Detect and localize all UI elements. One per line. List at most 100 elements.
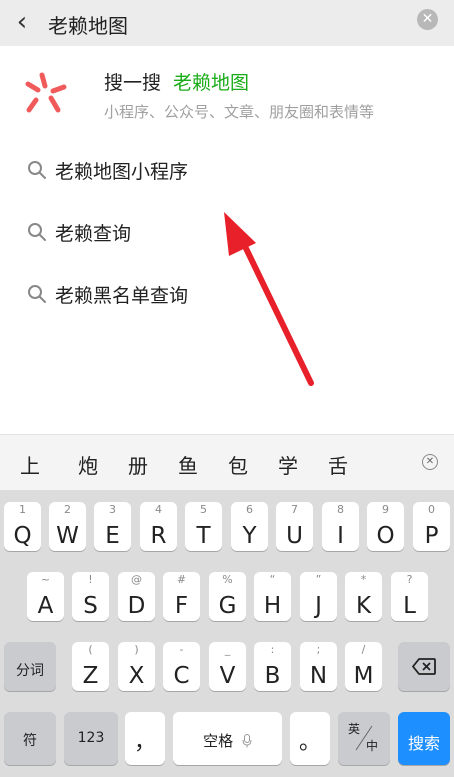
key-y[interactable]: 6Y <box>231 502 268 551</box>
suggestion-item[interactable]: 老赖查询 <box>0 212 454 252</box>
key-j[interactable]: ” J <box>300 572 337 621</box>
key-k[interactable]: * K <box>345 572 382 621</box>
suggestion-item[interactable]: 老赖地图小程序 <box>0 150 454 190</box>
search-input[interactable]: 老赖地图 <box>48 10 128 39</box>
key-hint: “ <box>269 573 276 586</box>
key-hint: 6 <box>246 503 253 516</box>
key-hint: ! <box>88 573 93 586</box>
key-hint: ; <box>316 643 321 656</box>
candidate-word[interactable]: 炮 <box>78 450 98 479</box>
key-m[interactable]: / M <box>345 642 382 691</box>
key-a[interactable]: ~ A <box>27 572 64 621</box>
candidate-word[interactable]: 鱼 <box>178 450 198 479</box>
number-key[interactable]: 123 <box>64 712 118 765</box>
candidate-word[interactable]: 包 <box>228 450 248 479</box>
candidate-bar: 上 炮 册 鱼 包 学 舌 ✕ <box>0 434 454 491</box>
clear-search-icon[interactable]: ✕ <box>417 9 438 30</box>
symbol-key[interactable]: 符 <box>4 712 56 765</box>
souyisou-title: 搜一搜 老赖地图 <box>104 68 249 95</box>
key-d[interactable]: @ D <box>118 572 155 621</box>
key-label: F <box>174 593 189 619</box>
key-label: O <box>376 523 395 549</box>
suggestion-item[interactable]: 老赖黑名单查询 <box>0 274 454 314</box>
back-arrow-icon[interactable]: ‹ <box>10 8 34 36</box>
key-label: ， <box>133 730 156 755</box>
key-label: C <box>173 663 190 689</box>
key-label: P <box>424 523 439 549</box>
key-w[interactable]: 2W <box>49 502 86 551</box>
key-hint: 1 <box>19 503 26 516</box>
key-label: M <box>353 663 374 689</box>
key-hint: # <box>176 573 187 586</box>
key-label: H <box>263 593 282 619</box>
keyboard: 1Q 2W 3E 4R 5T 6Y 7U 8I 9O 0P ~ A ! S @ D #… <box>0 490 454 777</box>
key-label: 分词 <box>16 663 44 679</box>
period-key[interactable]: 。 <box>290 712 330 765</box>
key-label: J <box>315 593 322 619</box>
close-candidates-icon[interactable]: ✕ <box>422 454 438 470</box>
key-h[interactable]: “H <box>254 572 291 621</box>
key-label: S <box>83 593 98 619</box>
key-f[interactable]: # F <box>163 572 200 621</box>
key-v[interactable]: _ V <box>209 642 246 691</box>
key-label: Y <box>242 523 257 549</box>
key-hint: 5 <box>200 503 207 516</box>
key-q[interactable]: 1Q <box>4 502 41 551</box>
key-e[interactable]: 3E <box>94 502 131 551</box>
souyisou-entry[interactable]: 搜一搜 老赖地图 小程序、公众号、文章、朋友圈和表情等 <box>0 46 454 136</box>
key-label: 空格 <box>203 732 234 750</box>
key-o[interactable]: 9O <box>367 502 404 551</box>
key-hint: 2 <box>64 503 71 516</box>
key-c[interactable]: -C <box>163 642 200 691</box>
search-key[interactable]: 搜索 <box>398 712 450 765</box>
key-hint: _ <box>224 643 231 656</box>
key-u[interactable]: 7U <box>276 502 313 551</box>
key-x[interactable]: ) X <box>118 642 155 691</box>
candidate-word[interactable]: 册 <box>128 450 148 479</box>
key-label: 符 <box>23 733 37 749</box>
key-hint: % <box>222 573 233 586</box>
search-icon <box>28 285 46 303</box>
key-z[interactable]: (Z <box>72 642 109 691</box>
key-hint: 4 <box>155 503 162 516</box>
key-label: N <box>309 663 328 689</box>
key-r[interactable]: 4R <box>140 502 177 551</box>
key-label: V <box>219 663 236 689</box>
key-label: A <box>37 593 54 619</box>
suggestion-text: 老赖黑名单查询 <box>55 285 189 307</box>
key-label: R <box>150 523 167 549</box>
key-hint: 7 <box>291 503 298 516</box>
key-hint: / <box>361 643 366 656</box>
key-t[interactable]: 5T <box>185 502 222 551</box>
comma-key[interactable]: ， <box>125 712 165 765</box>
key-hint: ) <box>134 643 139 656</box>
key-hint: ~ <box>40 573 51 586</box>
key-hint: ? <box>406 573 413 586</box>
key-l[interactable]: ? L <box>391 572 428 621</box>
key-label: 。 <box>298 730 321 755</box>
language-switch-key[interactable]: 英 中 <box>338 712 390 765</box>
souyisou-subtitle: 小程序、公众号、文章、朋友圈和表情等 <box>104 103 375 121</box>
backspace-key[interactable] <box>398 642 450 691</box>
space-key[interactable]: 空格 <box>173 712 282 765</box>
candidate-word[interactable]: 上 <box>20 450 40 479</box>
key-p[interactable]: 0P <box>413 502 450 551</box>
segment-key[interactable]: 分词 <box>4 642 56 691</box>
key-label: L <box>403 593 416 619</box>
souyisou-query: 老赖地图 <box>173 72 250 94</box>
candidate-word[interactable]: 学 <box>278 450 298 479</box>
search-icon <box>28 223 46 241</box>
candidate-word[interactable]: 舌 <box>328 450 348 479</box>
key-hint: ( <box>88 643 93 656</box>
key-hint: 9 <box>382 503 389 516</box>
key-s[interactable]: ! S <box>72 572 109 621</box>
suggestion-text: 老赖地图小程序 <box>55 161 189 183</box>
key-label: Q <box>13 523 32 549</box>
key-label: D <box>127 593 146 619</box>
key-n[interactable]: ; N <box>300 642 337 691</box>
key-b[interactable]: :B <box>254 642 291 691</box>
suggestion-text: 老赖查询 <box>55 223 132 245</box>
key-g[interactable]: % G <box>209 572 246 621</box>
key-label: Z <box>82 663 99 689</box>
key-i[interactable]: 8I <box>322 502 359 551</box>
